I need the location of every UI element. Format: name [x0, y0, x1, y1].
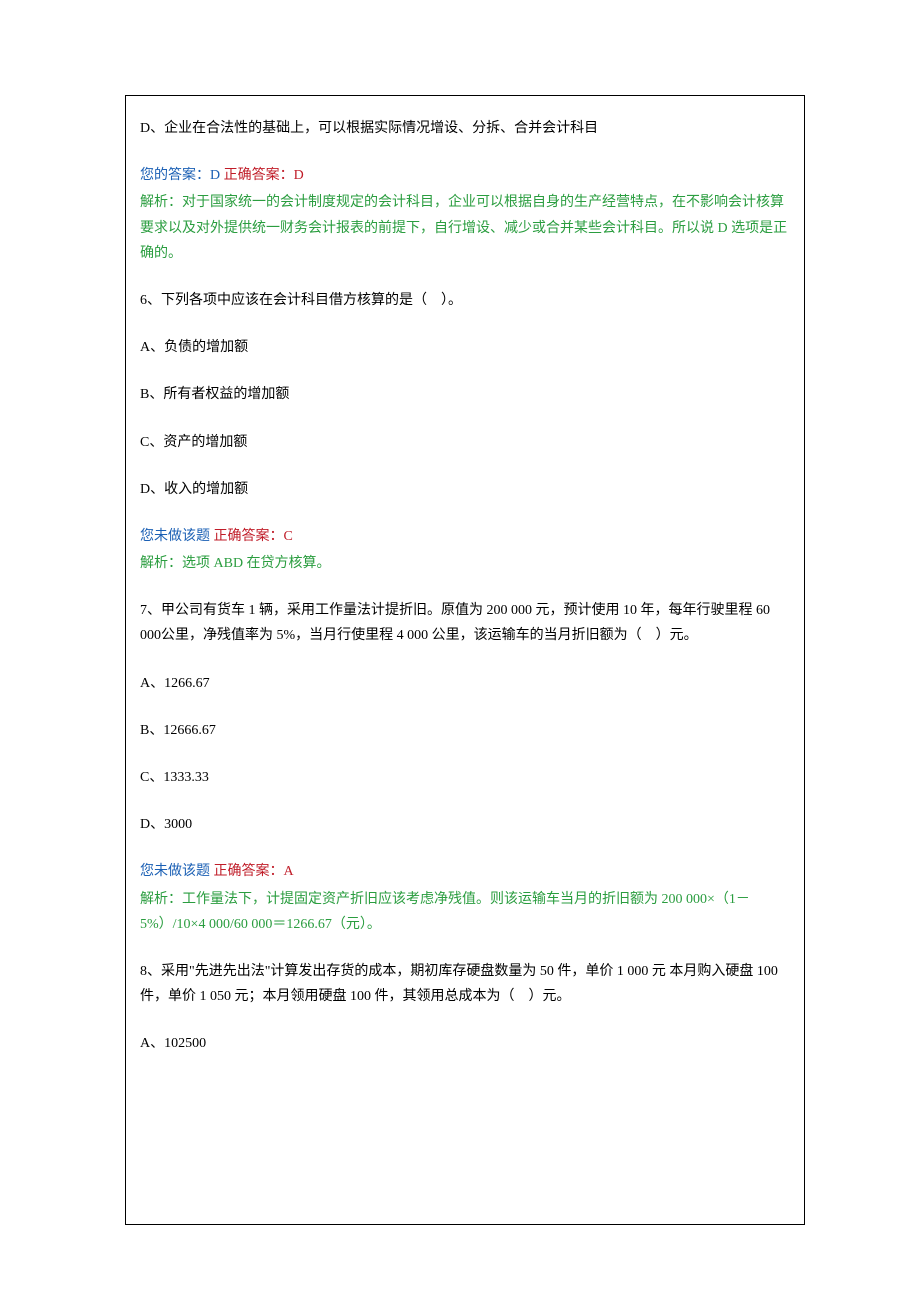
q6-answer-line: 您未做该题 正确答案：C — [140, 524, 790, 549]
q7-option-d: D、3000 — [140, 812, 790, 837]
correct-answer-label: 正确答案： — [220, 168, 294, 183]
q8-stem: 8、采用"先进先出法"计算发出存货的成本，期初库存硬盘数量为 50 件，单价 1… — [140, 959, 790, 1009]
analysis-text: 对于国家统一的会计制度规定的会计科目，企业可以根据自身的生产经营特点，在不影响会… — [140, 195, 787, 260]
not-answered-label: 您未做该题 — [140, 529, 210, 544]
q7-option-c: C、1333.33 — [140, 765, 790, 790]
your-answer-value: D — [210, 168, 220, 183]
analysis-label: 解析： — [140, 195, 182, 210]
q7-analysis: 解析：工作量法下，计提固定资产折旧应该考虑净残值。则该运输车当月的折旧额为 20… — [140, 887, 790, 937]
q7-answer-line: 您未做该题 正确答案：A — [140, 859, 790, 884]
q6-stem: 6、下列各项中应该在会计科目借方核算的是（ ）。 — [140, 288, 790, 313]
q8-option-a: A、102500 — [140, 1031, 790, 1056]
q7-option-b: B、12666.67 — [140, 718, 790, 743]
q5-answer-line: 您的答案：D 正确答案：D — [140, 163, 790, 188]
q5-option-d: D、企业在合法性的基础上，可以根据实际情况增设、分拆、合并会计科目 — [140, 116, 790, 141]
analysis-text: 工作量法下，计提固定资产折旧应该考虑净残值。则该运输车当月的折旧额为 200 0… — [140, 892, 750, 932]
not-answered-label: 您未做该题 — [140, 864, 210, 879]
q6-analysis: 解析：选项 ABD 在贷方核算。 — [140, 551, 790, 576]
correct-answer-label: 正确答案： — [210, 864, 284, 879]
q7-option-a: A、1266.67 — [140, 671, 790, 696]
q6-option-b: B、所有者权益的增加额 — [140, 382, 790, 407]
q6-option-a: A、负债的增加额 — [140, 335, 790, 360]
q6-option-d: D、收入的增加额 — [140, 477, 790, 502]
analysis-label: 解析： — [140, 556, 182, 571]
document-frame: D、企业在合法性的基础上，可以根据实际情况增设、分拆、合并会计科目 您的答案：D… — [125, 95, 805, 1225]
correct-answer-value: A — [284, 864, 294, 879]
correct-answer-label: 正确答案： — [210, 529, 284, 544]
q6-option-c: C、资产的增加额 — [140, 430, 790, 455]
q7-stem: 7、甲公司有货车 1 辆，采用工作量法计提折旧。原值为 200 000 元，预计… — [140, 598, 790, 648]
analysis-label: 解析： — [140, 892, 182, 907]
analysis-text: 选项 ABD 在贷方核算。 — [182, 556, 331, 571]
correct-answer-value: D — [294, 168, 304, 183]
your-answer-label: 您的答案： — [140, 168, 210, 183]
correct-answer-value: C — [284, 529, 293, 544]
q5-analysis: 解析：对于国家统一的会计制度规定的会计科目，企业可以根据自身的生产经营特点，在不… — [140, 190, 790, 266]
